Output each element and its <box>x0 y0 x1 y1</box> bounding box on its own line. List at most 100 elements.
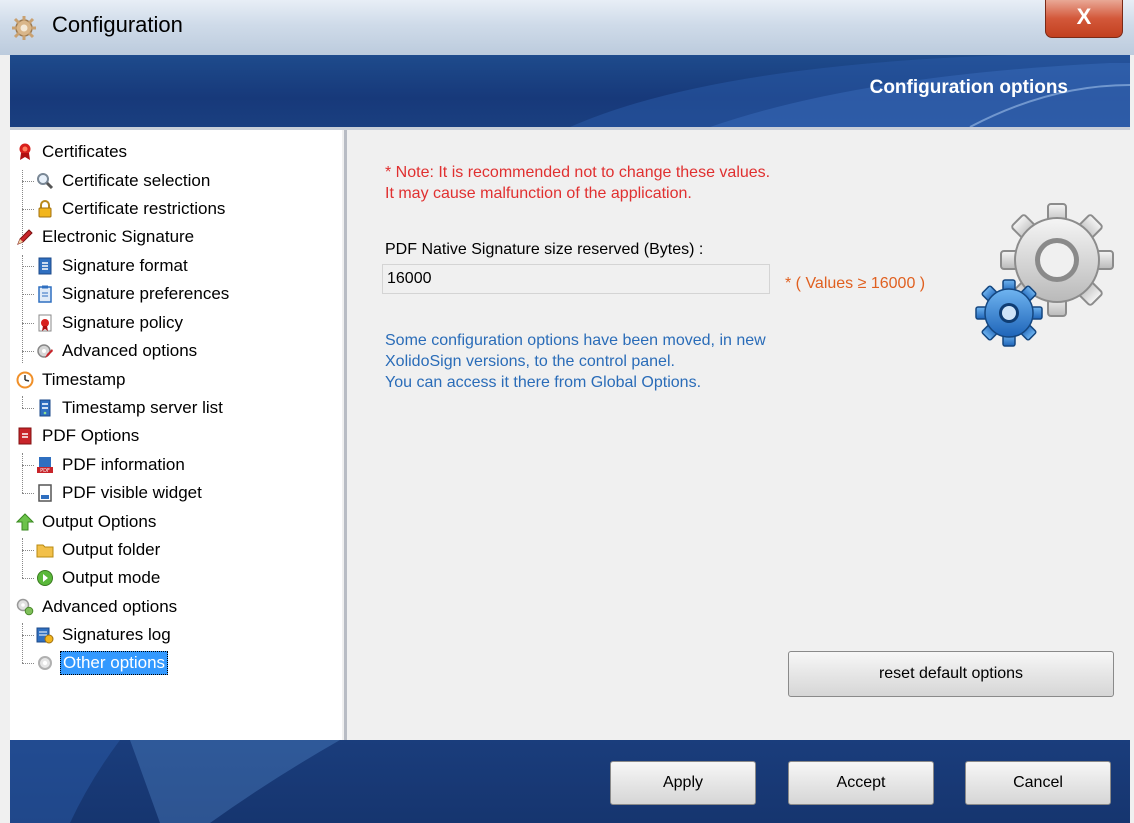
tree-connector <box>22 408 34 409</box>
tree-item-certificates[interactable]: Certificates <box>16 139 129 165</box>
tree-item-label: Output folder <box>62 540 161 559</box>
tree-item-label: Certificate selection <box>62 171 211 190</box>
tree-item-certificate-restrictions[interactable]: Certificate restrictions <box>36 196 227 222</box>
tree-item-label: Timestamp server list <box>62 398 223 417</box>
tree-item-label: Other options <box>60 651 169 675</box>
server-icon <box>36 399 54 417</box>
tree-item-label: Certificate restrictions <box>62 199 226 218</box>
magnifier-icon <box>36 172 54 190</box>
tree-item-advanced-options-signature[interactable]: Advanced options <box>36 338 199 364</box>
tree-item-label: Signatures log <box>62 625 171 644</box>
tree-item-label: Advanced options <box>42 597 178 616</box>
configuration-window: Configuration X Configuration options Ce… <box>0 0 1134 823</box>
tree-connector <box>22 635 34 636</box>
tree-item-label: Timestamp <box>42 370 126 389</box>
tree-item-certificate-selection[interactable]: Certificate selection <box>36 168 212 194</box>
pdf-info-icon: PDF <box>36 456 54 474</box>
tree-item-signatures-log[interactable]: Signatures log <box>36 622 173 648</box>
warning-note: * Note: It is recommended not to change … <box>385 162 770 204</box>
gear-pen-icon <box>36 342 54 360</box>
pdf-widget-icon <box>36 484 54 502</box>
footer-bar: Apply Accept Cancel <box>10 740 1130 823</box>
tree-item-label: PDF Options <box>42 426 140 445</box>
tree-item-label: Certificates <box>42 142 128 161</box>
clock-icon <box>16 371 34 389</box>
log-icon <box>36 626 54 644</box>
lock-icon <box>36 200 54 218</box>
tree-item-output-mode[interactable]: Output mode <box>36 565 162 591</box>
tree-item-timestamp-server-list[interactable]: Timestamp server list <box>36 395 225 421</box>
tree-item-label: Electronic Signature <box>42 227 195 246</box>
tree-item-signature-format[interactable]: Signature format <box>36 253 190 279</box>
accept-button[interactable]: Accept <box>788 761 934 805</box>
value-hint: * ( Values ≥ 16000 ) <box>785 275 926 292</box>
tree-item-signature-preferences[interactable]: Signature preferences <box>36 281 231 307</box>
close-icon: X <box>1076 4 1092 29</box>
tree-connector <box>22 209 34 210</box>
tree-item-timestamp[interactable]: Timestamp <box>16 367 127 393</box>
gears-illustration-icon <box>975 203 1114 347</box>
tree-connector <box>22 255 23 363</box>
tree-item-pdf-visible-widget[interactable]: PDF visible widget <box>36 480 204 506</box>
tree-connector <box>22 453 23 493</box>
tree-item-other-options[interactable]: Other options <box>36 650 169 676</box>
info-line: Some configuration options have been mov… <box>385 332 766 349</box>
title-bar[interactable]: Configuration X <box>0 0 1134 55</box>
tree-connector <box>22 351 34 352</box>
tree-connector <box>22 493 34 494</box>
tree-item-label: Output mode <box>62 568 161 587</box>
tree-item-label: Signature format <box>62 256 188 275</box>
folder-icon <box>36 541 54 559</box>
tree-item-signature-policy[interactable]: Signature policy <box>36 310 185 336</box>
apply-button[interactable]: Apply <box>610 761 756 805</box>
tree-connector <box>22 323 34 324</box>
up-arrow-icon <box>16 513 34 531</box>
clipboard-icon <box>36 285 54 303</box>
pdf-icon <box>16 427 34 445</box>
tree-item-label: Signature policy <box>62 313 183 332</box>
tree-connector <box>22 465 34 466</box>
tree-item-label: Output Options <box>42 512 157 531</box>
banner-title: Configuration options <box>869 77 1068 98</box>
info-line: You can access it there from Global Opti… <box>385 374 702 391</box>
pen-icon <box>16 228 34 246</box>
gear-icon <box>36 654 54 672</box>
green-circle-icon <box>36 569 54 587</box>
tree-item-pdf-information[interactable]: PDF PDF information <box>36 452 187 478</box>
signature-size-label: PDF Native Signature size reserved (Byte… <box>385 241 704 258</box>
options-panel: * Note: It is recommended not to change … <box>347 130 1130 740</box>
tree-item-electronic-signature[interactable]: Electronic Signature <box>16 224 196 250</box>
tree-item-pdf-options[interactable]: PDF Options <box>16 423 141 449</box>
warning-line: It may cause malfunction of the applicat… <box>385 185 692 202</box>
gear-app-icon <box>12 16 36 40</box>
warning-line: * Note: It is recommended not to change … <box>385 164 771 181</box>
tree-connector <box>22 294 34 295</box>
signature-size-input[interactable] <box>382 264 770 294</box>
tree-item-output-folder[interactable]: Output folder <box>36 537 162 563</box>
tree-item-advanced-options[interactable]: Advanced options <box>16 594 179 620</box>
tree-connector <box>22 578 34 579</box>
cancel-button[interactable]: Cancel <box>965 761 1111 805</box>
footer-swoosh-decoration <box>10 740 340 823</box>
gears-icon <box>16 598 34 616</box>
tree-connector <box>22 663 34 664</box>
policy-document-icon <box>36 314 54 332</box>
tree-connector <box>22 181 34 182</box>
info-line: XolidoSign versions, to the control pane… <box>385 353 675 370</box>
tree-item-label: Advanced options <box>62 341 198 360</box>
tree-connector <box>22 266 34 267</box>
options-tree[interactable]: Certificates Certificate selection Certi… <box>10 130 342 740</box>
tree-connector <box>22 623 23 663</box>
tree-item-output-options[interactable]: Output Options <box>16 509 158 535</box>
tree-item-label: PDF information <box>62 455 185 474</box>
close-button[interactable]: X <box>1045 0 1123 38</box>
tree-connector <box>22 550 34 551</box>
svg-text:PDF: PDF <box>40 468 50 474</box>
tree-item-label: PDF visible widget <box>62 483 202 502</box>
document-icon <box>36 257 54 275</box>
ribbon-icon <box>16 143 34 161</box>
header-banner: Configuration options <box>10 55 1130 127</box>
tree-connector <box>22 396 23 408</box>
tree-item-label: Signature preferences <box>62 284 230 303</box>
reset-default-options-button[interactable]: reset default options <box>788 651 1114 697</box>
